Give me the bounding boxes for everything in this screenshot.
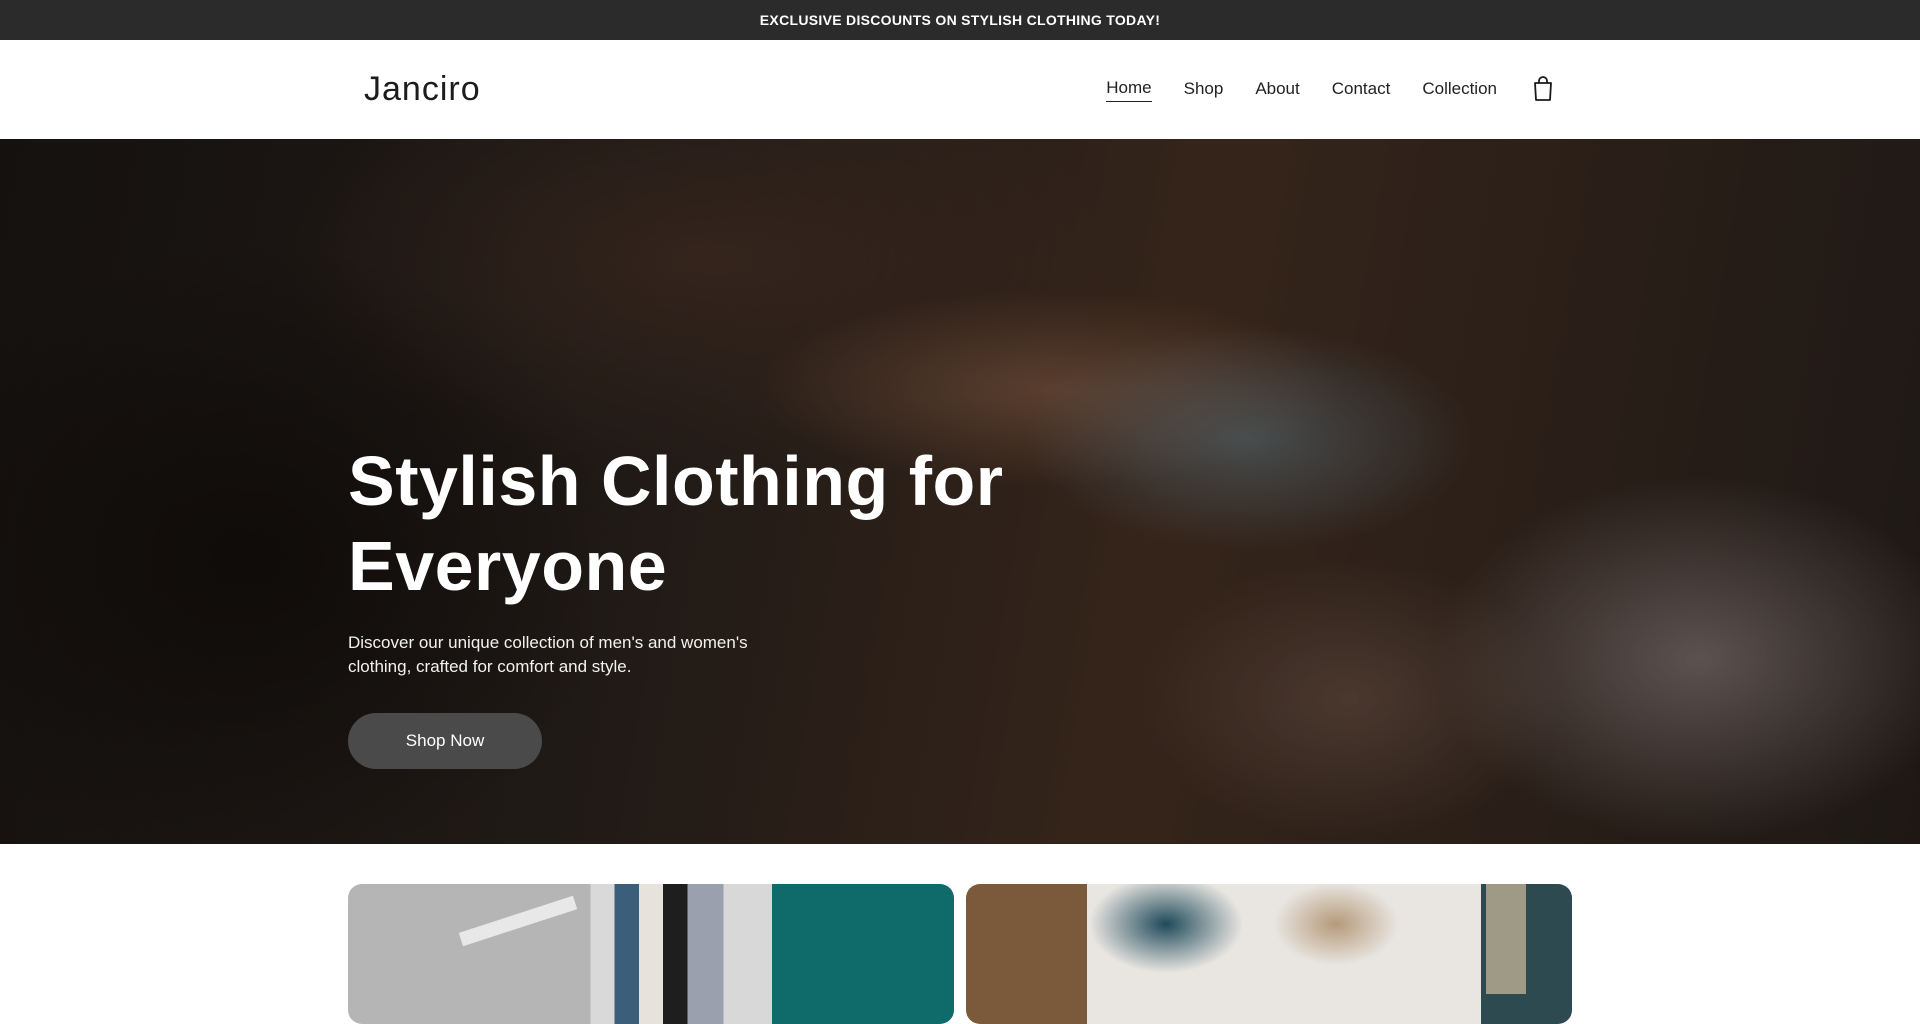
hero-subtitle: Discover our unique collection of men's …	[348, 633, 748, 676]
site-header: Janciro Home Shop About Contact Collecti…	[0, 40, 1920, 139]
collection-cards	[348, 884, 1572, 1024]
nav-home[interactable]: Home	[1106, 78, 1152, 102]
hero-section: Stylish Clothing for Everyone Discover o…	[0, 139, 1920, 844]
brand-logo[interactable]: Janciro	[364, 70, 481, 109]
nav-contact[interactable]: Contact	[1332, 79, 1391, 102]
nav-collection[interactable]: Collection	[1422, 79, 1497, 102]
hero-title-line-2: Everyone	[348, 527, 668, 605]
nav-shop[interactable]: Shop	[1184, 79, 1224, 102]
main-nav: Home Shop About Contact Collection	[1106, 78, 1497, 102]
announcement-bar: EXCLUSIVE DISCOUNTS ON STYLISH CLOTHING …	[0, 0, 1920, 40]
shop-now-button[interactable]: Shop Now	[348, 713, 542, 769]
collection-card-clothing-rack[interactable]	[348, 884, 954, 1024]
announcement-text: EXCLUSIVE DISCOUNTS ON STYLISH CLOTHING …	[759, 12, 1161, 28]
hero-title-line-1: Stylish Clothing for	[348, 442, 1004, 520]
shopping-bag-icon[interactable]	[1528, 73, 1558, 103]
hero-title: Stylish Clothing for Everyone	[348, 439, 1048, 609]
nav-about[interactable]: About	[1255, 79, 1299, 102]
hero-content: Stylish Clothing for Everyone Discover o…	[348, 439, 1048, 769]
collection-card-store-table[interactable]	[966, 884, 1572, 1024]
